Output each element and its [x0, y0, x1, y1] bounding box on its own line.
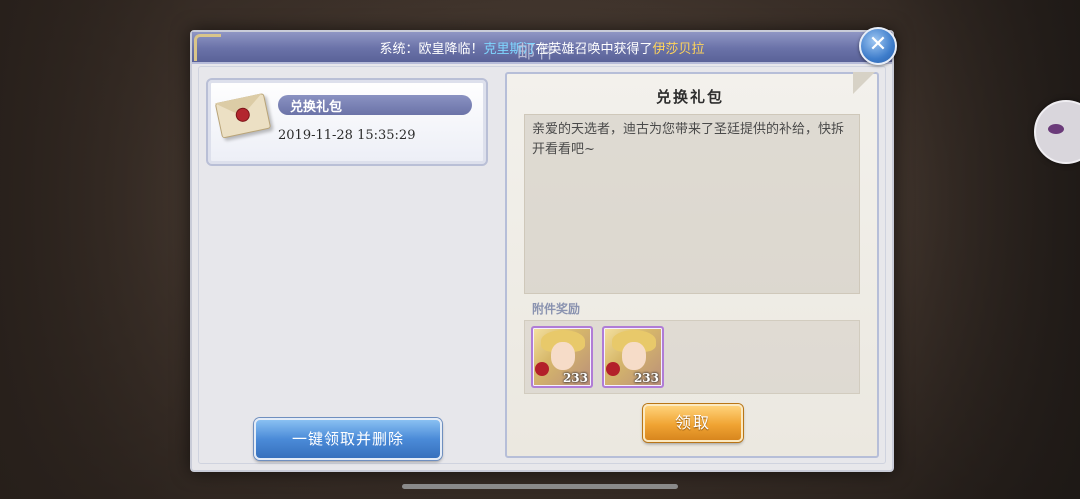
close-button[interactable]: ✕	[859, 27, 897, 65]
rewards-label: 附件奖励	[532, 302, 581, 316]
claim-all-delete-button[interactable]: 一键领取并删除	[254, 418, 442, 460]
home-indicator[interactable]	[402, 484, 678, 489]
message-text: 亲爱的天选者，迪古为您带来了圣廷提供的补给，快拆开看看吧~	[532, 122, 845, 157]
close-icon: ✕	[868, 32, 888, 57]
claim-button[interactable]: 领取	[643, 404, 743, 442]
announcement-item-name: 伊莎贝拉	[652, 42, 705, 57]
announcement-prefix: 系统：欧皇降临！	[379, 42, 484, 57]
reward-quantity: 233	[562, 371, 588, 385]
announcement-hero-name: 克里斯汀	[483, 42, 536, 57]
reward-item[interactable]: 233	[602, 326, 664, 388]
reward-item[interactable]: 233	[531, 326, 593, 388]
rose-icon	[606, 362, 620, 376]
mail-detail-title: 兑换礼包	[655, 88, 724, 106]
mail-item-date: 2019-11-28 15:35:29	[278, 128, 416, 143]
system-announcement: 系统：欧皇降临！克里斯汀在英雄召唤中获得了伊莎贝拉	[192, 38, 892, 57]
panel-header: 邮件 系统：欧皇降临！克里斯汀在英雄召唤中获得了伊莎贝拉	[192, 32, 892, 64]
mail-item-title: 兑换礼包	[290, 100, 343, 115]
announcement-middle: 在英雄召唤中获得了	[535, 42, 653, 57]
envelope-icon	[214, 92, 272, 139]
reward-quantity: 233	[633, 371, 659, 385]
rose-icon	[535, 362, 549, 376]
hero-portrait-icon	[622, 342, 646, 370]
mail-list-item[interactable]	[206, 78, 488, 166]
hero-portrait-icon	[551, 342, 575, 370]
